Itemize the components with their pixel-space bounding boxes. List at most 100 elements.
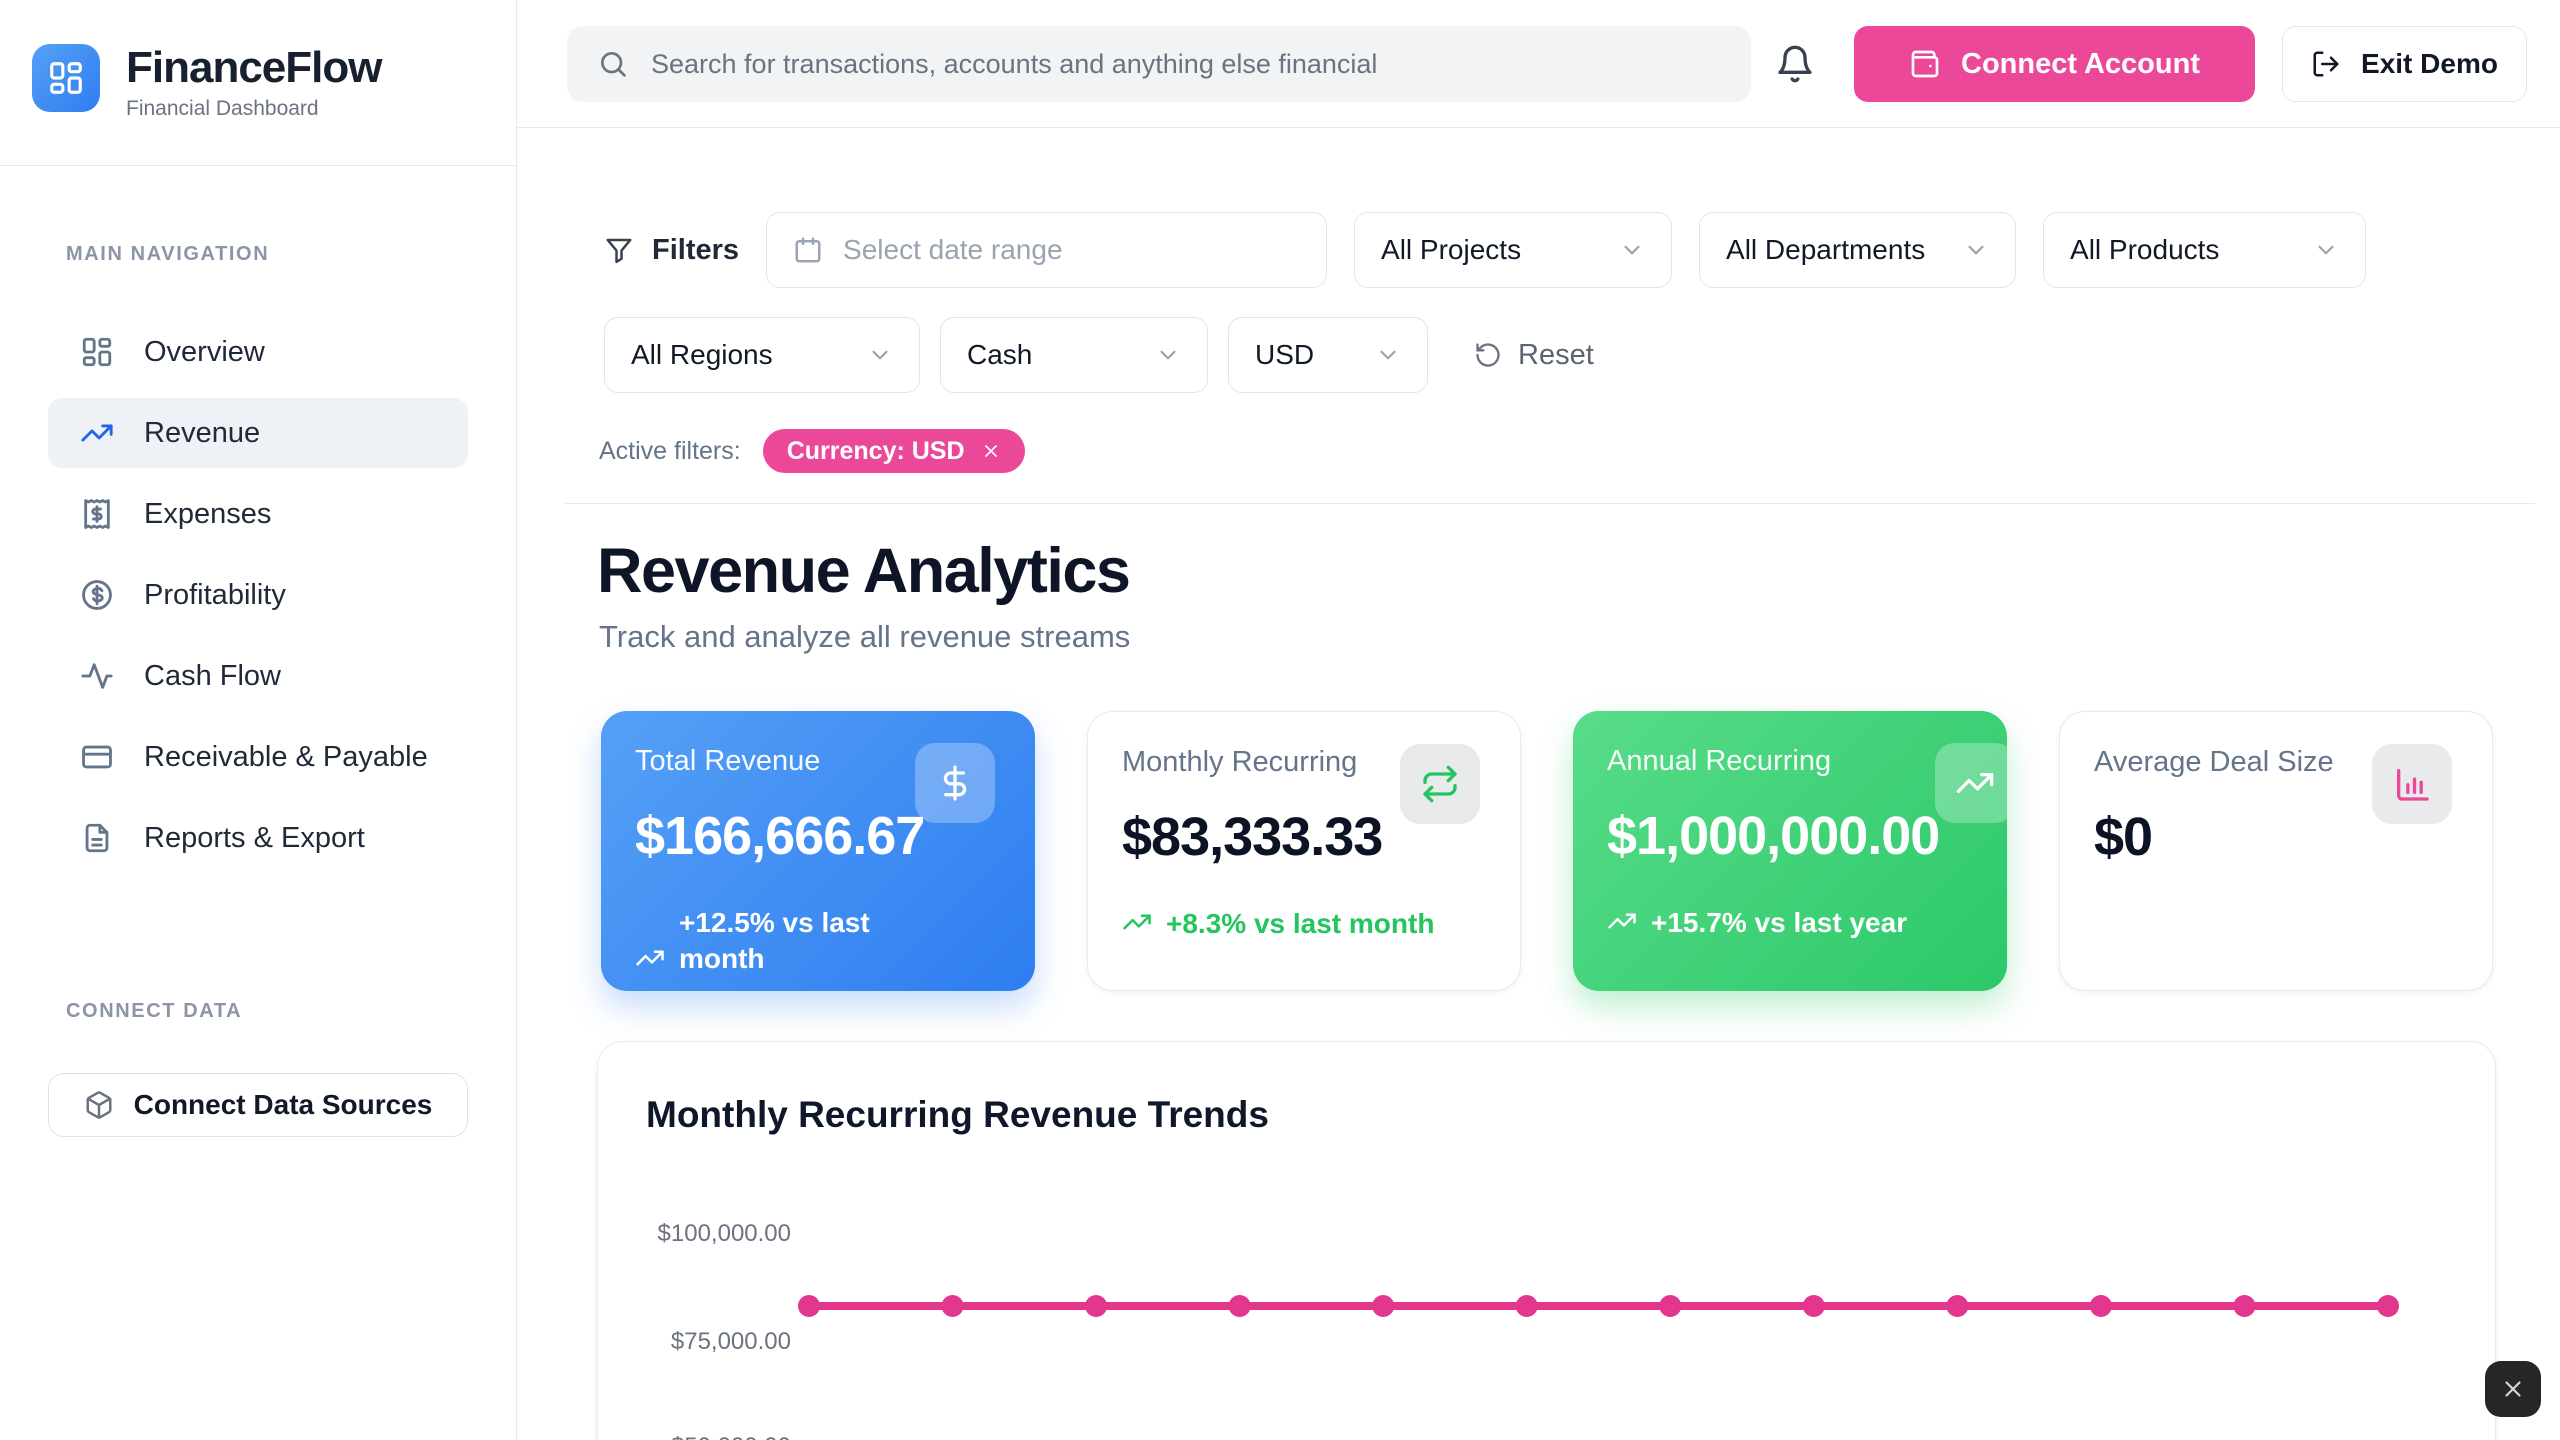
sidebar-item-label: Expenses [144,498,271,531]
payment-method-dropdown[interactable]: Cash [940,317,1208,393]
sidebar-item-expenses[interactable]: Expenses [48,479,468,549]
nav-section-heading: MAIN NAVIGATION [66,243,269,266]
chevron-down-icon [1155,342,1181,368]
sidebar-item-label: Revenue [144,417,260,450]
circle-dollar-icon [80,578,114,612]
kpi-value: $1,000,000.00 [1607,805,1973,867]
data-point[interactable] [942,1295,964,1317]
trending-up-icon [635,943,665,973]
kpi-trend: +8.3% vs last month [1122,906,1486,942]
kpi-trend: +12.5% vs last month [635,905,1001,978]
sidebar-item-revenue[interactable]: Revenue [48,398,468,468]
sidebar-item-reports-export[interactable]: Reports & Export [48,803,468,873]
data-point[interactable] [1229,1295,1251,1317]
brand: FinanceFlow Financial Dashboard [32,44,381,121]
receipt-icon [80,497,114,531]
wallet-icon [1909,48,1941,80]
topbar: Connect Account Exit Demo [517,0,2560,128]
connect-data-heading: CONNECT DATA [66,1000,242,1023]
data-point[interactable] [1085,1295,1107,1317]
currency-dropdown[interactable]: USD [1228,317,1428,393]
close-overlay-button[interactable] [2485,1361,2541,1417]
app-subtitle: Financial Dashboard [126,97,381,121]
data-point[interactable] [2090,1295,2112,1317]
financeflow-dashboard: FinanceFlow Financial Dashboard MAIN NAV… [0,0,2560,1440]
connect-account-button[interactable]: Connect Account [1854,26,2255,102]
app-title: FinanceFlow [126,44,381,92]
data-point[interactable] [1372,1295,1394,1317]
kpi-card-total-revenue: Total Revenue $166,666.67 +12.5% vs last… [601,711,1035,991]
main-content: Filters All Projects All Departments All… [517,129,2560,1440]
filters-label: Filters [604,234,739,267]
active-filters-row: Active filters: Currency: USD [599,429,1025,473]
data-point[interactable] [1946,1295,1968,1317]
date-range-picker[interactable] [766,212,1327,288]
active-filter-chip[interactable]: Currency: USD [763,429,1025,473]
chevron-down-icon [867,342,893,368]
sidebar-item-label: Profitability [144,579,286,612]
trending-up-icon [1607,906,1637,936]
search-bar[interactable] [567,26,1751,102]
sidebar-item-cash-flow[interactable]: Cash Flow [48,641,468,711]
dollar-sign-icon [915,743,995,823]
kpi-cards: Total Revenue $166,666.67 +12.5% vs last… [601,711,2493,991]
kpi-card-monthly-recurring: Monthly Recurring $83,333.33 +8.3% vs la… [1087,711,1521,991]
sidebar-item-overview[interactable]: Overview [48,317,468,387]
search-input[interactable] [651,49,1721,80]
sidebar-header-divider [0,165,516,166]
trending-up-icon [1935,743,2007,823]
page-title: Revenue Analytics [597,535,1129,607]
layout-dashboard-icon [80,335,114,369]
active-filters-label: Active filters: [599,437,741,466]
file-text-icon [80,821,114,855]
activity-icon [80,659,114,693]
chevron-down-icon [1619,237,1645,263]
sidebar-item-label: Cash Flow [144,660,281,693]
departments-dropdown[interactable]: All Departments [1699,212,2016,288]
funnel-icon [604,235,634,265]
date-range-input[interactable] [843,234,1300,266]
bar-chart-icon [2372,744,2452,824]
app-logo-icon [32,44,100,112]
page-subtitle: Track and analyze all revenue streams [599,619,1130,655]
data-point[interactable] [798,1295,820,1317]
chevron-down-icon [1375,342,1401,368]
trending-up-icon [80,416,114,450]
notifications-button[interactable] [1775,42,1819,86]
sidebar-item-profitability[interactable]: Profitability [48,560,468,630]
credit-card-icon [80,740,114,774]
products-dropdown[interactable]: All Products [2043,212,2366,288]
chevron-down-icon [2313,237,2339,263]
sidebar-item-label: Receivable & Payable [144,741,428,774]
kpi-card-annual-recurring: Annual Recurring $1,000,000.00 +15.7% vs… [1573,711,2007,991]
filters-row-1: Filters All Projects All Departments All… [604,212,2366,288]
search-icon [597,48,629,80]
sidebar-item-receivable-payable[interactable]: Receivable & Payable [48,722,468,792]
log-out-icon [2311,49,2341,79]
sidebar: FinanceFlow Financial Dashboard MAIN NAV… [0,0,517,1440]
regions-dropdown[interactable]: All Regions [604,317,920,393]
sidebar-item-label: Overview [144,336,265,369]
data-point[interactable] [2377,1295,2399,1317]
package-icon [84,1090,114,1120]
calendar-icon [793,235,823,265]
data-point[interactable] [1803,1295,1825,1317]
mrr-trends-chart-card: Monthly Recurring Revenue Trends $100,00… [597,1041,2496,1440]
main-navigation: Overview Revenue Expenses Profitability … [48,317,468,873]
rotate-ccw-icon [1474,341,1502,369]
data-point[interactable] [1516,1295,1538,1317]
chevron-down-icon [1963,237,1989,263]
sidebar-item-label: Reports & Export [144,822,365,855]
trending-up-icon [1122,907,1152,937]
data-point[interactable] [2233,1295,2255,1317]
data-point[interactable] [1659,1295,1681,1317]
kpi-trend: +15.7% vs last year [1607,905,1973,941]
remove-filter-icon[interactable] [981,441,1001,461]
exit-demo-button[interactable]: Exit Demo [2282,26,2527,102]
reset-filters-button[interactable]: Reset [1474,339,1594,372]
connect-data-sources-button[interactable]: Connect Data Sources [48,1073,468,1137]
kpi-label: Annual Recurring [1607,745,1973,778]
kpi-card-average-deal-size: Average Deal Size $0 [2059,711,2493,991]
projects-dropdown[interactable]: All Projects [1354,212,1672,288]
mrr-line-chart [598,1042,2496,1440]
